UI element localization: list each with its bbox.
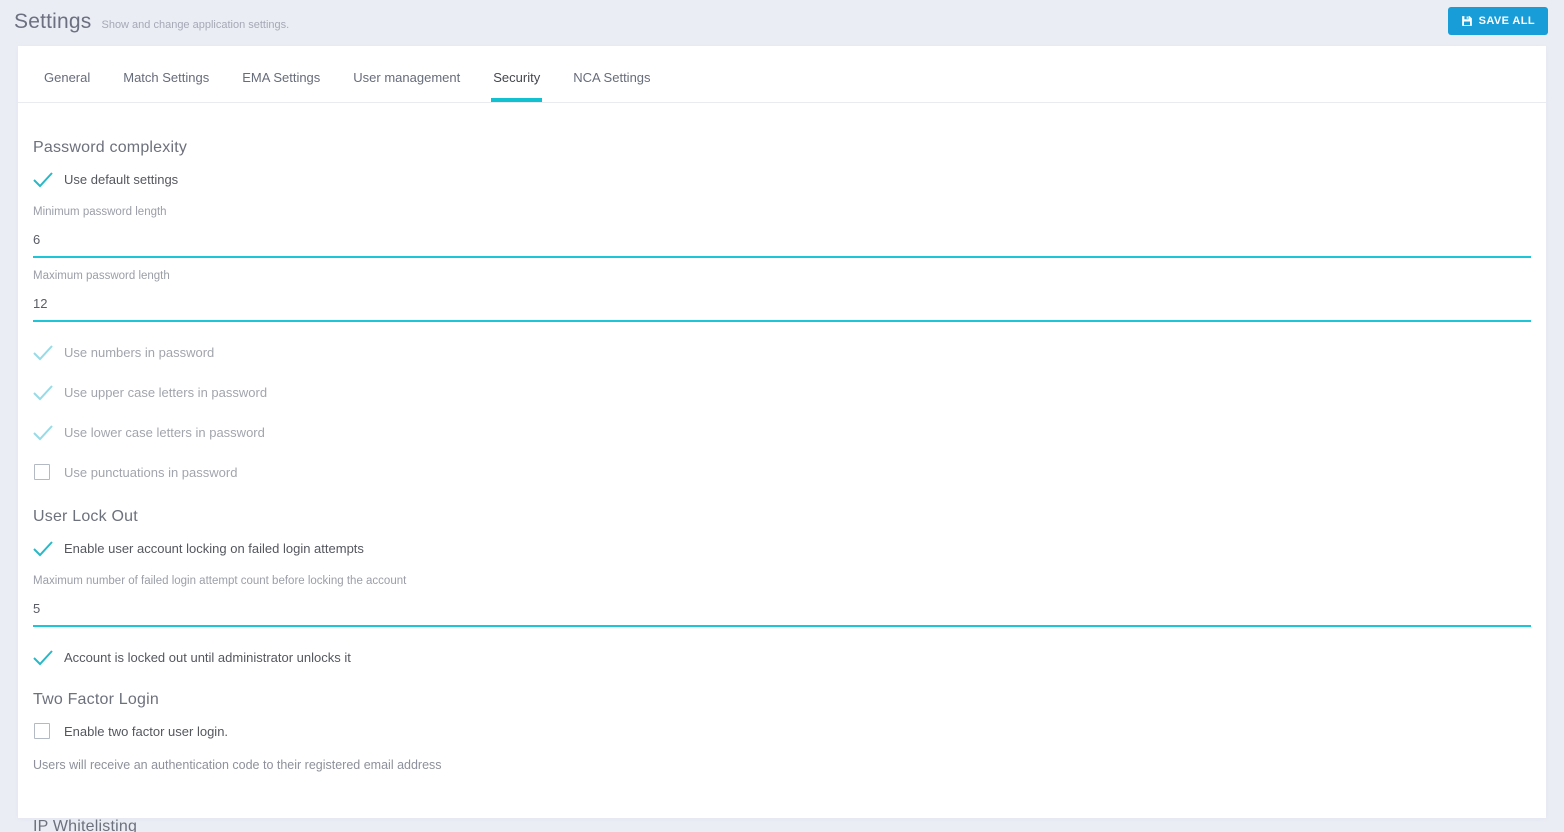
section-title-user-lock-out: User Lock Out [33, 508, 138, 525]
max-password-length-group: Maximum password length [33, 270, 1531, 322]
save-icon [1461, 15, 1473, 27]
tab-user-management[interactable]: User management [351, 70, 462, 102]
checkbox-icon [33, 539, 54, 558]
checkbox-enable-two-factor[interactable]: Enable two factor user login. [33, 722, 1531, 741]
section-title-password-complexity: Password complexity [33, 139, 188, 156]
page-header: Settings Show and change application set… [0, 0, 1564, 46]
checkbox-label: Account is locked out until administrato… [64, 650, 351, 665]
section-title-two-factor-login: Two Factor Login [33, 691, 159, 708]
checkbox-label: Use lower case letters in password [64, 425, 265, 440]
checkbox-admin-unlock[interactable]: Account is locked out until administrato… [33, 648, 1531, 667]
checkbox-icon [33, 648, 54, 667]
tab-general[interactable]: General [42, 70, 92, 102]
tab-security[interactable]: Security [491, 70, 543, 102]
settings-card: General Match Settings EMA Settings User… [18, 46, 1546, 832]
min-password-length-group: Minimum password length [33, 206, 1531, 258]
checkbox-icon [33, 383, 54, 402]
checkbox-label: Use numbers in password [64, 345, 215, 360]
checkbox-use-uppercase[interactable]: Use upper case letters in password [33, 383, 1531, 402]
checkbox-label: Use punctuations in password [64, 465, 238, 480]
checkbox-label: Use default settings [64, 172, 179, 187]
max-password-length-input[interactable] [33, 282, 1531, 322]
checkbox-label: Use upper case letters in password [64, 385, 268, 400]
settings-tab-bar: General Match Settings EMA Settings User… [18, 46, 1546, 103]
checkbox-use-numbers[interactable]: Use numbers in password [33, 343, 1531, 362]
checkbox-label: Enable two factor user login. [64, 724, 229, 739]
checkbox-label: Enable user account locking on failed lo… [64, 541, 364, 556]
save-all-button-label: SAVE ALL [1478, 15, 1535, 27]
checkbox-icon [33, 170, 54, 189]
checkbox-use-lowercase[interactable]: Use lower case letters in password [33, 423, 1531, 442]
checkbox-enable-account-locking[interactable]: Enable user account locking on failed lo… [33, 539, 1531, 558]
checkbox-icon [33, 423, 54, 442]
checkbox-use-punctuations[interactable]: Use punctuations in password [33, 463, 1531, 482]
section-title-ip-whitelisting: IP Whitelisting [33, 818, 138, 832]
min-password-length-input[interactable] [33, 218, 1531, 258]
min-password-length-label: Minimum password length [33, 206, 167, 218]
max-failed-attempts-group: Maximum number of failed login attempt c… [33, 575, 1531, 627]
two-factor-hint: Users will receive an authentication cod… [33, 758, 442, 772]
page-subtitle: Show and change application settings. [101, 19, 290, 31]
tab-nca-settings[interactable]: NCA Settings [571, 70, 652, 102]
checkbox-icon [33, 343, 54, 362]
page-title: Settings [14, 10, 92, 33]
checkbox-icon [33, 463, 54, 482]
tab-ema-settings[interactable]: EMA Settings [240, 70, 322, 102]
max-failed-attempts-input[interactable] [33, 587, 1531, 627]
save-all-button[interactable]: SAVE ALL [1447, 7, 1548, 35]
checkbox-icon [33, 722, 54, 741]
checkbox-use-default-settings[interactable]: Use default settings [33, 170, 1531, 189]
max-failed-attempts-label: Maximum number of failed login attempt c… [33, 575, 407, 587]
tab-match-settings[interactable]: Match Settings [121, 70, 211, 102]
max-password-length-label: Maximum password length [33, 270, 170, 282]
security-tab-content: Password complexity Use default settings… [18, 139, 1546, 832]
